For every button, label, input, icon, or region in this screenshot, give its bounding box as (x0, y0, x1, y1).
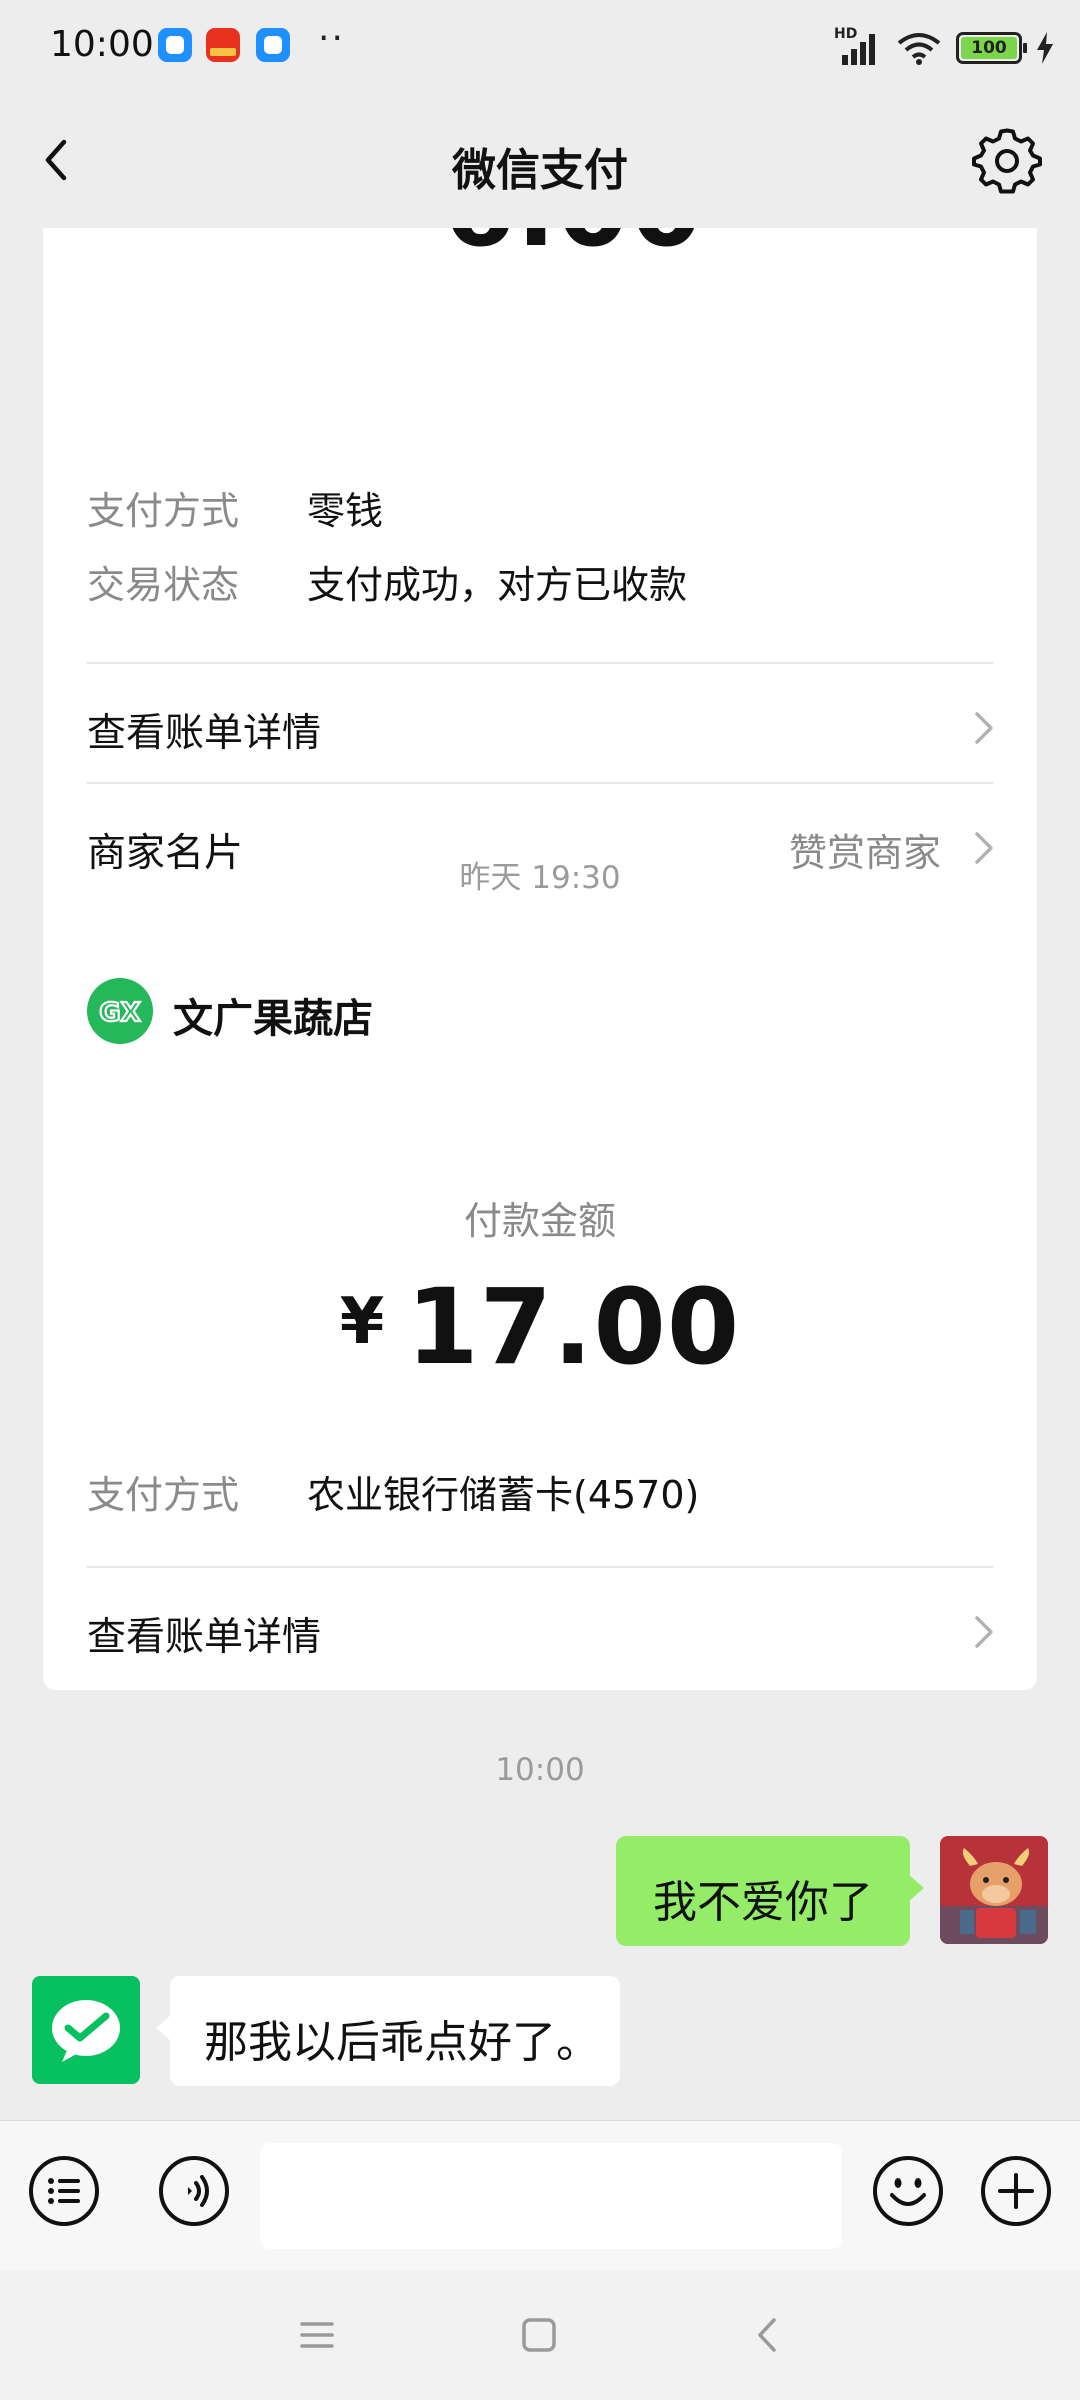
plus-icon (981, 2156, 1051, 2226)
payment-amount-label: 付款金额 (463, 1199, 616, 1243)
payment-method-label: 支付方式 (87, 489, 240, 533)
more-notifications-indicator: ·· (318, 18, 345, 59)
page-title: 微信支付 (452, 145, 628, 196)
message-text: 我不爱你了 (653, 1877, 873, 1928)
payment-amount-1: ¥6.00 (43, 228, 1037, 270)
payment-amount-2: ¥17.00 (43, 1266, 1037, 1388)
status-bar: 10:00 ·· HD 100 (0, 0, 1080, 96)
system-back-button[interactable] (744, 2310, 794, 2360)
wifi-icon (897, 33, 941, 65)
title-bar: 微信支付 (0, 96, 1080, 228)
charging-icon (1037, 32, 1053, 64)
message-bubble-received[interactable]: 那我以后乖点好了。 (156, 1976, 620, 2086)
payment-card-1[interactable]: ¥6.00 支付方式 零钱 交易状态 支付成功，对方已收款 查看账单详情 商家名… (43, 228, 1037, 1024)
message-text: 那我以后乖点好了。 (204, 2017, 600, 2068)
chat-area[interactable]: ¥6.00 支付方式 零钱 交易状态 支付成功，对方已收款 查看账单详情 商家名… (0, 228, 1080, 2120)
view-bill-details-label: 查看账单详情 (87, 1615, 322, 1660)
emoji-icon (873, 2156, 943, 2226)
emoji-button[interactable] (870, 2153, 946, 2229)
blue-app-icon (256, 28, 290, 62)
timestamp: 10:00 (495, 1752, 585, 1788)
avatar[interactable] (32, 1976, 140, 2084)
avatar[interactable] (940, 1836, 1048, 1944)
chevron-right-icon (975, 1616, 993, 1648)
wechat-pay-icon (52, 2000, 120, 2062)
settings-button[interactable] (972, 126, 1042, 196)
back-icon (758, 2318, 776, 2352)
view-bill-details-label: 查看账单详情 (87, 711, 322, 756)
amount-value: 17.00 (406, 1266, 741, 1388)
voice-icon (159, 2156, 229, 2226)
payment-method-value: 农业银行储蓄卡(4570) (307, 1473, 700, 1517)
battery-icon: 100 (956, 32, 1027, 64)
chevron-right-icon (975, 712, 993, 744)
timestamp: 昨天 19:30 (459, 860, 621, 896)
view-bill-details-row[interactable]: 查看账单详情 (87, 686, 999, 766)
merchant-name: 文广果蔬店 (173, 996, 373, 1042)
home-button[interactable] (514, 2310, 564, 2360)
system-nav-bar (0, 2270, 1080, 2400)
payment-method-value: 零钱 (307, 489, 384, 533)
status-time: 10:00 (50, 24, 154, 65)
merchant-logo: GX (87, 978, 153, 1044)
menu-toggle-button[interactable] (26, 2153, 102, 2229)
transaction-status-label: 交易状态 (87, 563, 240, 607)
divider (87, 662, 993, 664)
menu-icon (300, 2322, 334, 2348)
more-actions-button[interactable] (978, 2153, 1054, 2229)
input-bar (0, 2120, 1080, 2270)
recent-apps-button[interactable] (292, 2310, 342, 2360)
battery-level: 100 (961, 37, 1017, 59)
voice-button[interactable] (156, 2153, 232, 2229)
payment-card-2[interactable]: GX 文广果蔬店 付款金额 ¥17.00 支付方式 农业银行储蓄卡(4570) … (43, 926, 1037, 1690)
merchant-logo-mark: GX (98, 997, 142, 1029)
toutiao-icon (206, 28, 240, 62)
message-input[interactable] (260, 2143, 842, 2249)
blue-app-icon (158, 28, 192, 62)
payment-method-label: 支付方式 (87, 1473, 240, 1517)
view-bill-details-row[interactable]: 查看账单详情 (87, 1590, 999, 1670)
signal-icon (842, 34, 875, 65)
divider (87, 1566, 993, 1568)
gear-icon (972, 128, 1042, 194)
transaction-status-value: 支付成功，对方已收款 (307, 563, 688, 607)
svg-text:GX: GX (99, 998, 140, 1028)
message-bubble-sent[interactable]: 我不爱你了 (616, 1836, 924, 1946)
divider (87, 782, 993, 784)
list-menu-icon (29, 2156, 99, 2226)
currency-symbol: ¥ (339, 1285, 385, 1359)
currency-symbol: ¥ (376, 228, 421, 241)
amount-value: 6.00 (443, 228, 704, 270)
home-icon (522, 2318, 556, 2352)
user-avatar-image (940, 1836, 1048, 1944)
